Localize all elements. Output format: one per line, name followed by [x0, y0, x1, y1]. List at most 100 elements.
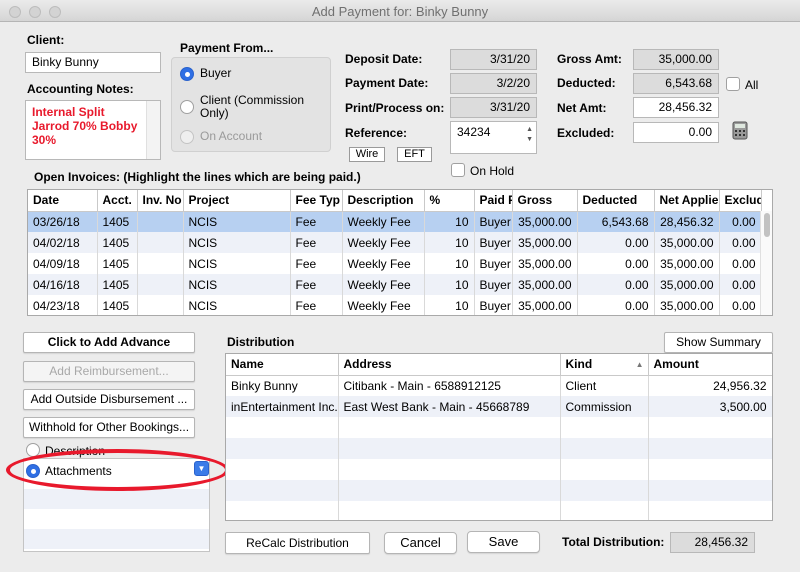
invoice-cell-gross: 35,000.00	[512, 253, 578, 274]
invoice-cell-acct: 1405	[97, 253, 138, 274]
invoice-cell-percent: 10	[424, 274, 475, 295]
client-commission-radio[interactable]	[180, 100, 194, 114]
col-net-applied[interactable]: Net Applie	[654, 190, 720, 212]
on-account-radio[interactable]	[180, 130, 194, 144]
invoice-row[interactable]: 04/02/18 1405 NCIS Fee Weekly Fee 10 Buyer 35,0…	[28, 232, 762, 253]
accounting-notes-label: Accounting Notes:	[27, 82, 134, 96]
invoice-cell-gross: 35,000.00	[512, 211, 578, 232]
invoice-row[interactable]: 04/09/18 1405 NCIS Fee Weekly Fee 10 Buyer 35,0…	[28, 253, 762, 274]
attachments-dropdown-chevron-icon[interactable]: ▼	[194, 461, 209, 476]
deducted-field[interactable]: 6,543.68	[633, 73, 719, 94]
invoice-cell-project: NCIS	[183, 232, 291, 253]
sort-ascending-icon: ▲	[635, 360, 644, 369]
payment-date-field[interactable]: 3/2/20	[450, 73, 537, 94]
client-field[interactable]: Binky Bunny	[25, 52, 161, 73]
dist-col-name[interactable]: Name	[226, 354, 339, 376]
excluded-label: Excluded:	[557, 126, 615, 140]
invoices-scroll-thumb[interactable]	[764, 213, 770, 237]
invoice-cell-inv-no	[137, 274, 184, 295]
invoice-cell-description: Weekly Fee	[342, 295, 425, 315]
invoice-row[interactable]: 04/23/18 1405 NCIS Fee Weekly Fee 10 Buyer 35,0…	[28, 295, 762, 315]
add-outside-disbursement-button[interactable]: Add Outside Disbursement ...	[23, 389, 195, 410]
reference-field[interactable]: 34234 ▲ ▼	[450, 121, 537, 154]
invoice-cell-gross: 35,000.00	[512, 274, 578, 295]
dist-col-kind[interactable]: Kind ▲	[560, 354, 649, 376]
attachments-option-label: Attachments	[45, 464, 112, 478]
distribution-table[interactable]: Name Address Kind ▲ Amount Binky Bunny Cit…	[225, 353, 773, 521]
invoices-table[interactable]: Date Acct. Inv. No Project Fee Typ Descr…	[27, 189, 773, 316]
invoice-cell-percent: 10	[424, 295, 475, 315]
invoice-cell-net-applied: 35,000.00	[654, 232, 720, 253]
accounting-notes-text: Internal Split Jarrod 70% Bobby 30%	[32, 105, 138, 147]
all-checkbox[interactable]	[726, 77, 740, 91]
cancel-button[interactable]: Cancel	[384, 532, 457, 554]
col-fee-type[interactable]: Fee Typ	[290, 190, 343, 212]
wire-button[interactable]: Wire	[349, 147, 385, 162]
title-bar: Add Payment for: Binky Bunny	[0, 0, 800, 22]
col-excluded[interactable]: Exclude	[719, 190, 762, 212]
attachments-radio[interactable]	[26, 464, 40, 478]
invoice-cell-net-applied: 35,000.00	[654, 295, 720, 315]
col-acct[interactable]: Acct.	[97, 190, 138, 212]
dist-col-address[interactable]: Address	[338, 354, 561, 376]
add-advance-button[interactable]: Click to Add Advance	[23, 332, 195, 353]
invoice-cell-date: 03/26/18	[28, 211, 98, 232]
col-deducted[interactable]: Deducted	[577, 190, 655, 212]
reference-scroll-arrows-icon[interactable]: ▲ ▼	[526, 125, 533, 145]
col-inv-no[interactable]: Inv. No	[137, 190, 184, 212]
distribution-empty-row	[226, 480, 772, 501]
buyer-radio[interactable]	[180, 67, 194, 81]
invoice-cell-percent: 10	[424, 253, 475, 274]
distribution-empty-row	[226, 459, 772, 480]
accounting-notes-field[interactable]: Internal Split Jarrod 70% Bobby 30%	[25, 100, 161, 160]
invoice-cell-deducted: 6,543.68	[577, 211, 655, 232]
invoice-cell-excluded: 0.00	[719, 274, 762, 295]
invoice-cell-project: NCIS	[183, 211, 291, 232]
invoices-scrollbar[interactable]	[760, 211, 772, 315]
invoice-cell-description: Weekly Fee	[342, 274, 425, 295]
reference-label: Reference:	[345, 126, 408, 140]
distribution-row[interactable]: inEntertainment Inc. East West Bank - Mai…	[226, 396, 772, 417]
excluded-field[interactable]: 0.00	[633, 122, 719, 143]
distribution-cell-amount: 3,500.00	[648, 396, 772, 417]
eft-button[interactable]: EFT	[397, 147, 432, 162]
gross-amt-field[interactable]: 35,000.00	[633, 49, 719, 70]
net-amt-field[interactable]: 28,456.32	[633, 97, 719, 118]
save-button[interactable]: Save	[467, 531, 540, 553]
net-amt-label: Net Amt:	[557, 101, 607, 115]
show-summary-button[interactable]: Show Summary	[664, 332, 773, 353]
distribution-row[interactable]: Binky Bunny Citibank - Main - 6588912125 C…	[226, 375, 772, 396]
invoice-cell-net-applied: 35,000.00	[654, 274, 720, 295]
deposit-date-field[interactable]: 3/31/20	[450, 49, 537, 70]
col-date[interactable]: Date	[28, 190, 98, 212]
payment-from-group: Buyer Client (Commission Only) On Accoun…	[171, 57, 331, 152]
list-row-stripe	[24, 529, 209, 549]
col-project[interactable]: Project	[183, 190, 291, 212]
all-label: All	[745, 78, 759, 92]
notes-scrollbar[interactable]	[146, 101, 160, 159]
invoice-cell-paid-from: Buyer	[474, 232, 513, 253]
calculator-icon[interactable]	[731, 121, 749, 140]
distribution-cell-amount: 24,956.32	[648, 375, 772, 396]
col-percent[interactable]: %	[424, 190, 475, 212]
col-description[interactable]: Description	[342, 190, 425, 212]
add-reimbursement-button[interactable]: Add Reimbursement...	[23, 361, 195, 382]
invoice-cell-excluded: 0.00	[719, 253, 762, 274]
col-paid-from[interactable]: Paid Fr	[474, 190, 513, 212]
col-gross[interactable]: Gross	[512, 190, 578, 212]
deposit-date-label: Deposit Date:	[345, 52, 423, 66]
invoice-row[interactable]: 04/16/18 1405 NCIS Fee Weekly Fee 10 Buyer 35,0…	[28, 274, 762, 295]
dist-col-amount[interactable]: Amount	[648, 354, 772, 376]
description-radio[interactable]	[26, 443, 40, 457]
withhold-bookings-button[interactable]: Withhold for Other Bookings...	[23, 417, 195, 438]
distribution-label: Distribution	[227, 335, 295, 349]
distribution-cell-name: Binky Bunny	[226, 375, 339, 396]
print-process-field[interactable]: 3/31/20	[450, 97, 537, 118]
distribution-cell-address: Citibank - Main - 6588912125	[338, 375, 561, 396]
distribution-cell-kind: Commission	[560, 396, 649, 417]
window-title: Add Payment for: Binky Bunny	[311, 4, 489, 19]
on-hold-checkbox[interactable]	[451, 163, 465, 177]
invoice-cell-net-applied: 35,000.00	[654, 253, 720, 274]
invoice-row[interactable]: 03/26/18 1405 NCIS Fee Weekly Fee 10 Buyer 35,0…	[28, 211, 762, 232]
recalc-distribution-button[interactable]: ReCalc Distribution	[225, 532, 370, 554]
